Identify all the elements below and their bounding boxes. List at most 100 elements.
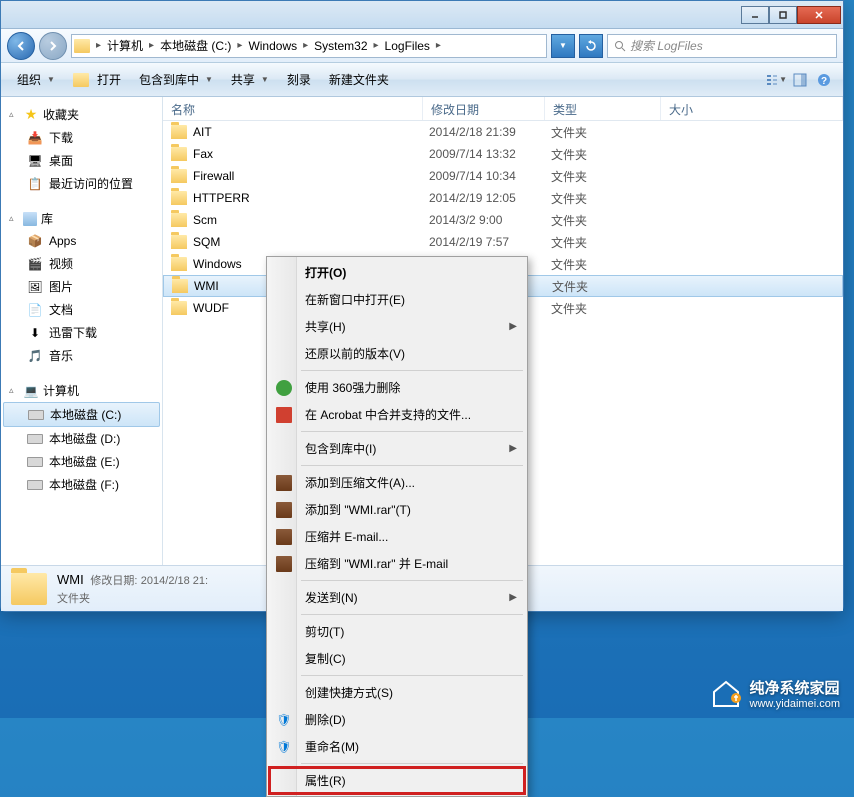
360-icon <box>276 380 292 396</box>
include-button[interactable]: 包含到库中▼ <box>131 67 221 92</box>
ctx-acrobat[interactable]: 在 Acrobat 中合并支持的文件... <box>269 401 525 428</box>
ctx-copy[interactable]: 复制(C) <box>269 645 525 672</box>
col-size[interactable]: 大小 <box>661 97 843 120</box>
maximize-button[interactable] <box>769 6 797 24</box>
sidebar-item-drive-f[interactable]: 本地磁盘 (F:) <box>1 473 162 496</box>
crumb-drive[interactable]: 本地磁盘 (C:) <box>156 35 235 57</box>
titlebar <box>1 1 843 29</box>
rar-icon <box>276 475 292 491</box>
rar-icon <box>276 502 292 518</box>
ctx-360-delete[interactable]: 使用 360强力删除 <box>269 374 525 401</box>
sidebar-favorites[interactable]: ▵★收藏夹 <box>1 103 162 126</box>
folder-icon <box>74 39 90 53</box>
minimize-button[interactable] <box>741 6 769 24</box>
file-name: HTTPERR <box>193 191 429 205</box>
ctx-send-to[interactable]: 发送到(N)▶ <box>269 584 525 611</box>
sidebar-item-apps[interactable]: 📦Apps <box>1 230 162 252</box>
file-type: 文件夹 <box>551 168 667 185</box>
ctx-properties[interactable]: 属性(R) <box>269 767 525 794</box>
music-icon: 🎵 <box>27 348 43 364</box>
ctx-share[interactable]: 共享(H)▶ <box>269 313 525 340</box>
organize-button[interactable]: 组织▼ <box>9 67 63 92</box>
picture-icon: 🖼 <box>27 279 43 295</box>
file-date: 2014/2/18 21:39 <box>429 125 551 139</box>
computer-icon: 💻 <box>23 383 39 399</box>
ctx-open-new[interactable]: 在新窗口中打开(E) <box>269 286 525 313</box>
ctx-rename[interactable]: 🛡重命名(M) <box>269 733 525 760</box>
preview-button[interactable] <box>789 69 811 91</box>
folder-icon <box>172 279 188 293</box>
back-button[interactable] <box>7 32 35 60</box>
crumb-computer[interactable]: 计算机 <box>103 35 147 57</box>
sidebar-libraries[interactable]: ▵库 <box>1 207 162 230</box>
newfolder-button[interactable]: 新建文件夹 <box>321 67 397 92</box>
share-button[interactable]: 共享▼ <box>223 67 277 92</box>
ctx-add-archive[interactable]: 添加到压缩文件(A)... <box>269 469 525 496</box>
svg-text:?: ? <box>821 76 827 87</box>
crumb-windows[interactable]: Windows <box>244 35 301 57</box>
crumb-logfiles[interactable]: LogFiles <box>381 35 434 57</box>
file-row[interactable]: HTTPERR2014/2/19 12:05文件夹 <box>163 187 843 209</box>
crumb-system32[interactable]: System32 <box>310 35 371 57</box>
sidebar-item-pictures[interactable]: 🖼图片 <box>1 275 162 298</box>
sidebar-item-videos[interactable]: 🎬视频 <box>1 252 162 275</box>
sidebar-item-documents[interactable]: 📄文档 <box>1 298 162 321</box>
file-name: SQM <box>193 235 429 249</box>
ctx-add-wmi-rar[interactable]: 添加到 "WMI.rar"(T) <box>269 496 525 523</box>
folder-icon <box>171 125 187 139</box>
file-row[interactable]: Scm2014/3/2 9:00文件夹 <box>163 209 843 231</box>
folder-icon <box>11 573 47 605</box>
file-row[interactable]: Firewall2009/7/14 10:34文件夹 <box>163 165 843 187</box>
sidebar-item-drive-c[interactable]: 本地磁盘 (C:) <box>3 402 160 427</box>
forward-button[interactable] <box>39 32 67 60</box>
pdf-icon <box>276 407 292 423</box>
search-input[interactable]: 搜索 LogFiles <box>607 34 837 58</box>
navbar: ▸ 计算机▸ 本地磁盘 (C:)▸ Windows▸ System32▸ Log… <box>1 29 843 63</box>
file-type: 文件夹 <box>551 300 667 317</box>
ctx-shortcut[interactable]: 创建快捷方式(S) <box>269 679 525 706</box>
file-row[interactable]: SQM2014/2/19 7:57文件夹 <box>163 231 843 253</box>
watermark-text: 纯净系统家园 <box>750 677 840 698</box>
sidebar-item-desktop[interactable]: 🖥桌面 <box>1 149 162 172</box>
file-name: Fax <box>193 147 429 161</box>
ctx-delete[interactable]: 🛡删除(D) <box>269 706 525 733</box>
download-icon: 📥 <box>27 130 43 146</box>
sidebar-computer[interactable]: ▵💻计算机 <box>1 379 162 402</box>
refresh-button[interactable] <box>579 34 603 58</box>
col-date[interactable]: 修改日期 <box>423 97 545 120</box>
toolbar: 组织▼ 打开 包含到库中▼ 共享▼ 刻录 新建文件夹 ▼ ? <box>1 63 843 97</box>
folder-icon <box>171 213 187 227</box>
file-row[interactable]: AIT2014/2/18 21:39文件夹 <box>163 121 843 143</box>
file-row[interactable]: Fax2009/7/14 13:32文件夹 <box>163 143 843 165</box>
folder-icon <box>171 257 187 271</box>
column-header: 名称 修改日期 类型 大小 <box>163 97 843 121</box>
file-type: 文件夹 <box>551 234 667 251</box>
sidebar-item-drive-e[interactable]: 本地磁盘 (E:) <box>1 450 162 473</box>
sidebar-item-xunlei[interactable]: ⬇迅雷下载 <box>1 321 162 344</box>
open-button[interactable]: 打开 <box>65 67 129 92</box>
col-type[interactable]: 类型 <box>545 97 661 120</box>
ctx-zip-email[interactable]: 压缩并 E-mail... <box>269 523 525 550</box>
sidebar-item-recent[interactable]: 📋最近访问的位置 <box>1 172 162 195</box>
sidebar-item-drive-d[interactable]: 本地磁盘 (D:) <box>1 427 162 450</box>
breadcrumb[interactable]: ▸ 计算机▸ 本地磁盘 (C:)▸ Windows▸ System32▸ Log… <box>71 34 547 58</box>
xunlei-icon: ⬇ <box>27 325 43 341</box>
ctx-cut[interactable]: 剪切(T) <box>269 618 525 645</box>
watermark: 纯净系统家园 www.yidaimei.com <box>710 677 840 710</box>
ctx-zip-wmi-email[interactable]: 压缩到 "WMI.rar" 并 E-mail <box>269 550 525 577</box>
details-type: 文件夹 <box>57 590 208 606</box>
help-button[interactable]: ? <box>813 69 835 91</box>
close-button[interactable] <box>797 6 841 24</box>
burn-button[interactable]: 刻录 <box>279 67 319 92</box>
history-dropdown[interactable]: ▼ <box>551 34 575 58</box>
ctx-restore[interactable]: 还原以前的版本(V) <box>269 340 525 367</box>
file-type: 文件夹 <box>551 212 667 229</box>
ctx-open[interactable]: 打开(O) <box>269 259 525 286</box>
sidebar-item-downloads[interactable]: 📥下载 <box>1 126 162 149</box>
file-date: 2009/7/14 10:34 <box>429 169 551 183</box>
col-name[interactable]: 名称 <box>163 97 423 120</box>
star-icon: ★ <box>23 107 39 123</box>
sidebar-item-music[interactable]: 🎵音乐 <box>1 344 162 367</box>
ctx-include[interactable]: 包含到库中(I)▶ <box>269 435 525 462</box>
view-button[interactable]: ▼ <box>765 69 787 91</box>
